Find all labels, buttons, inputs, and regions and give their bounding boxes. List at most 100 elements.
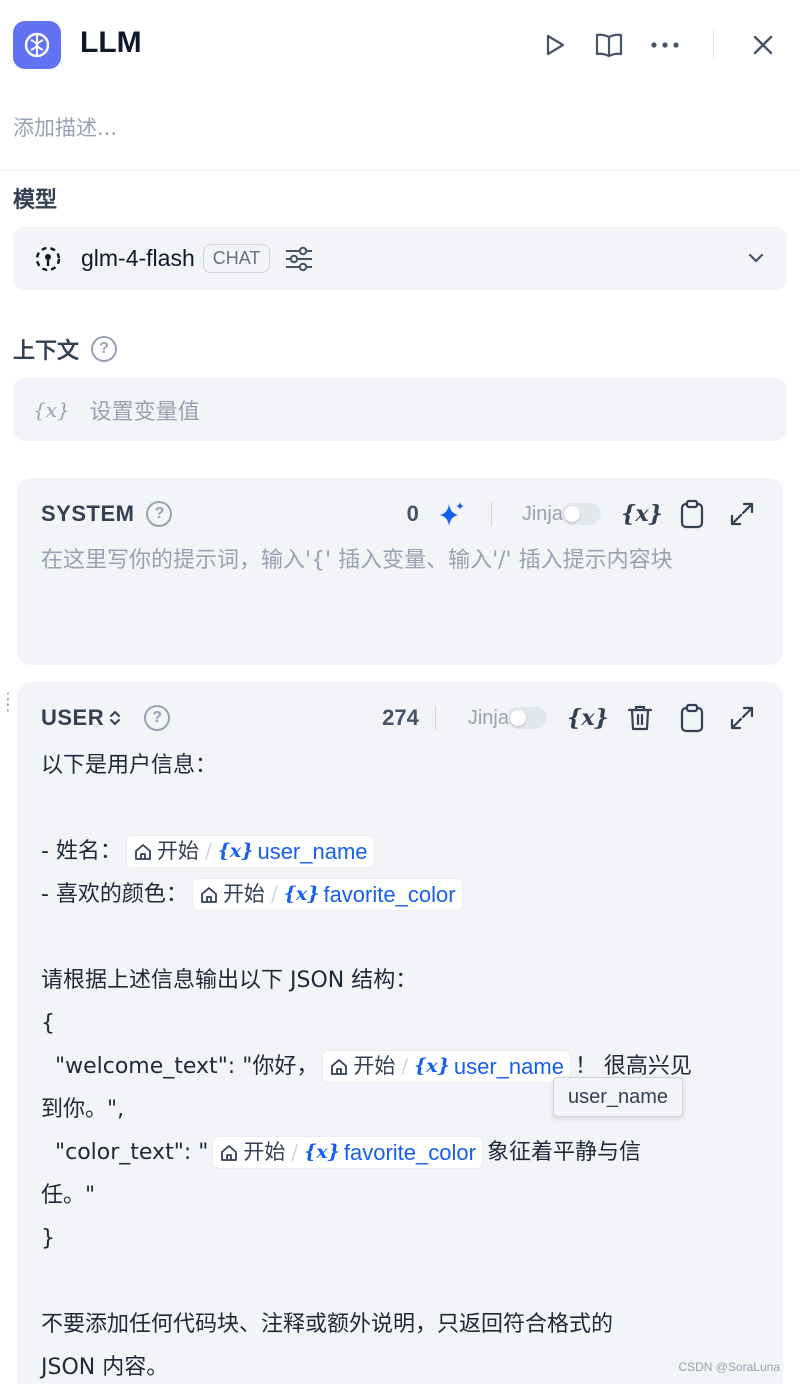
expand-icon bbox=[730, 706, 754, 730]
description-input[interactable]: 添加描述... bbox=[13, 112, 117, 142]
prompt-text: 请根据上述信息输出以下 JSON 结构： bbox=[41, 968, 418, 993]
close-icon bbox=[753, 35, 773, 55]
help-icon[interactable]: ? bbox=[146, 501, 173, 527]
prompt-text: 任。" bbox=[41, 1183, 96, 1208]
chip-variable-name: user_name bbox=[257, 839, 368, 864]
insert-variable-button[interactable]: {x} bbox=[567, 701, 608, 735]
toolbar-divider bbox=[434, 706, 436, 730]
prompt-text: 不要添加任何代码块、注释或额外说明，只返回符合格式的 bbox=[41, 1312, 614, 1337]
prompt-text: JSON 内容。 bbox=[41, 1355, 169, 1380]
chip-variable-name: favorite_color bbox=[343, 1140, 476, 1165]
prompt-text: - 姓名： bbox=[41, 839, 122, 864]
expand-icon bbox=[730, 502, 754, 526]
ai-generate-button[interactable] bbox=[435, 497, 469, 531]
jinja-switch[interactable]: Jinja bbox=[522, 503, 601, 526]
prompt-line-empty bbox=[41, 1260, 781, 1303]
system-prompt-card: SYSTEM ? 0 Jinja {x} 在这里写你的提示词，输入'{' 插入变… bbox=[17, 478, 783, 665]
chip-separator: / bbox=[401, 1054, 409, 1078]
delete-button[interactable] bbox=[623, 701, 657, 735]
variable-icon: {x} bbox=[283, 883, 320, 905]
variable-icon: {x} bbox=[217, 840, 254, 862]
variable-chip[interactable]: 开始 / {x} favorite_color bbox=[191, 878, 463, 911]
prompt-line: "color_text": " 开始 / {x} favorite_color … bbox=[41, 1131, 781, 1174]
node-title[interactable]: LLM bbox=[80, 26, 142, 60]
drag-handle-icon[interactable]: ⋮ ⋮ bbox=[0, 691, 16, 713]
chip-node-name: 开始 bbox=[222, 882, 265, 906]
prompt-line-empty bbox=[41, 916, 781, 959]
variable-chip[interactable]: 开始 / {x} user_name bbox=[125, 835, 375, 868]
toolbar-divider bbox=[490, 502, 492, 526]
copy-button[interactable] bbox=[675, 497, 709, 531]
chip-variable-name: user_name bbox=[453, 1054, 564, 1079]
variable-chip[interactable]: 开始 / {x} favorite_color bbox=[212, 1136, 483, 1169]
copy-button[interactable] bbox=[675, 701, 709, 735]
prompt-text: 到你。", bbox=[41, 1097, 125, 1122]
more-icon bbox=[651, 42, 679, 48]
help-icon[interactable]: ? bbox=[144, 705, 171, 731]
context-section-label: 上下文 ? bbox=[13, 333, 118, 365]
system-prompt-editor[interactable]: 在这里写你的提示词，输入'{' 插入变量、输入'/' 插入提示内容块 bbox=[41, 542, 673, 574]
user-prompt-header: USER ? 274 Jinja {x} bbox=[41, 700, 759, 736]
sliders-icon bbox=[286, 246, 313, 271]
expand-button[interactable] bbox=[725, 497, 759, 531]
expand-button[interactable] bbox=[725, 701, 759, 735]
user-prompt-card: USER ? 274 Jinja {x} 以下是用户信息： - 姓名： 开始 /… bbox=[17, 682, 783, 1384]
model-selector[interactable]: glm-4-flash CHAT bbox=[13, 227, 787, 290]
more-button[interactable] bbox=[648, 28, 682, 62]
prompt-line: 请根据上述信息输出以下 JSON 结构： bbox=[41, 959, 781, 1002]
system-char-count: 0 bbox=[406, 501, 419, 526]
variable-icon: {x} bbox=[304, 1141, 340, 1163]
jinja-toggle[interactable] bbox=[507, 707, 547, 729]
prompt-text: 象征着平静与信 bbox=[486, 1140, 641, 1165]
user-prompt-editor[interactable]: 以下是用户信息： - 姓名： 开始 / {x} user_name - 喜欢的颜… bbox=[41, 744, 781, 1384]
trash-icon bbox=[627, 705, 653, 731]
prompt-text: "welcome_text": "你好， bbox=[41, 1054, 319, 1079]
chip-separator: / bbox=[204, 839, 212, 863]
jinja-label: Jinja bbox=[467, 706, 509, 729]
insert-variable-button[interactable]: {x} bbox=[621, 497, 662, 531]
model-params-button[interactable] bbox=[284, 245, 314, 273]
prompt-text: 以下是用户信息： bbox=[41, 753, 218, 778]
brain-node-icon bbox=[13, 21, 61, 69]
prompt-text: - 喜欢的颜色： bbox=[41, 882, 188, 907]
jinja-switch[interactable]: Jinja bbox=[468, 707, 547, 730]
chip-node-name: 开始 bbox=[243, 1140, 286, 1164]
watermark: CSDN @SoraLuna bbox=[678, 1360, 780, 1374]
prompt-line: - 喜欢的颜色： 开始 / {x} favorite_color bbox=[41, 873, 781, 916]
home-icon bbox=[331, 1058, 348, 1075]
clipboard-icon bbox=[680, 703, 704, 733]
home-icon bbox=[201, 886, 217, 903]
jinja-label: Jinja bbox=[521, 502, 563, 525]
prompt-line: { bbox=[41, 1002, 781, 1045]
prompt-line: 不要添加任何代码块、注释或额外说明，只返回符合格式的 bbox=[41, 1303, 781, 1346]
chevron-up-down-icon[interactable] bbox=[108, 708, 122, 728]
node-panel-header: LLM bbox=[0, 0, 800, 92]
prompt-line: JSON 内容。 bbox=[41, 1346, 781, 1384]
header-divider-line bbox=[0, 169, 800, 170]
variable-icon: {x} bbox=[414, 1055, 450, 1077]
system-prompt-header: SYSTEM ? 0 Jinja {x} bbox=[41, 496, 759, 532]
close-button[interactable] bbox=[746, 28, 780, 62]
docs-button[interactable] bbox=[592, 28, 626, 62]
variable-tooltip: user_name bbox=[553, 1077, 684, 1117]
model-mode-badge: CHAT bbox=[202, 244, 271, 273]
context-variable-input[interactable]: {x} 设置变量值 bbox=[13, 378, 787, 441]
prompt-line: - 姓名： 开始 / {x} user_name bbox=[41, 830, 781, 873]
jinja-toggle[interactable] bbox=[561, 503, 601, 525]
user-role-selector[interactable]: USER bbox=[41, 705, 104, 731]
prompt-line: } bbox=[41, 1217, 781, 1260]
chip-node-name: 开始 bbox=[353, 1054, 396, 1078]
zhipu-model-icon bbox=[35, 246, 61, 271]
run-button[interactable] bbox=[537, 28, 571, 62]
sparkle-icon bbox=[439, 502, 464, 526]
variable-chip[interactable]: 开始 / {x} user_name bbox=[322, 1050, 571, 1083]
prompt-text: } bbox=[41, 1226, 55, 1251]
help-icon[interactable]: ? bbox=[91, 336, 118, 362]
context-label: 上下文 bbox=[13, 339, 80, 364]
model-label: 模型 bbox=[13, 188, 58, 213]
prompt-line-empty bbox=[41, 787, 781, 830]
chip-separator: / bbox=[291, 1140, 299, 1164]
model-name: glm-4-flash bbox=[81, 245, 195, 271]
clipboard-icon bbox=[680, 499, 704, 529]
prompt-line: 任。" bbox=[41, 1174, 781, 1217]
